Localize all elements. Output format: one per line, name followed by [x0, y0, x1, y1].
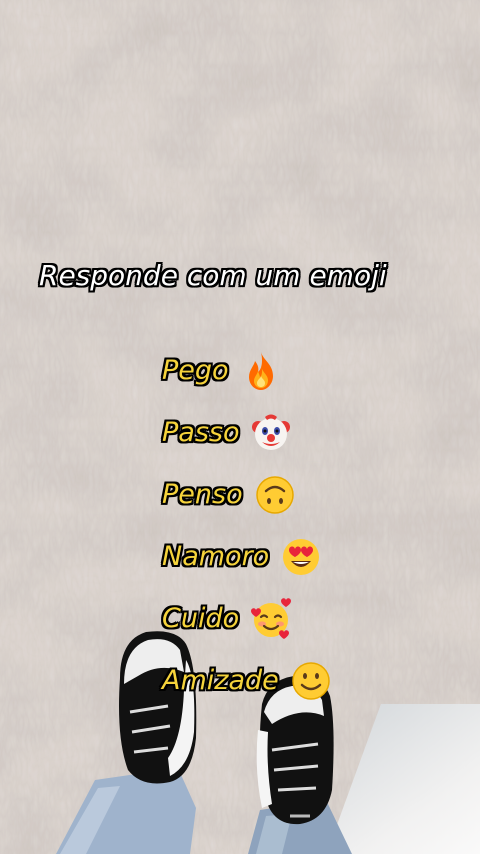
smiling-face-with-hearts-icon [249, 597, 293, 641]
option-label: Amizade [162, 665, 279, 696]
clown-face-icon [249, 411, 293, 455]
upside-down-face-icon [253, 473, 297, 517]
heart-eyes-face-icon [279, 535, 323, 579]
option-pego: Pego [162, 340, 422, 402]
fire-icon [239, 349, 283, 393]
option-label: Namoro [162, 541, 270, 572]
option-passo: Passo [162, 402, 422, 464]
question-heading: Responde com um emoji [39, 259, 387, 292]
slightly-smiling-face-icon [289, 659, 333, 703]
option-label: Passo [162, 417, 240, 448]
option-label: Pego [162, 355, 229, 386]
option-penso: Penso [162, 464, 422, 526]
option-label: Penso [162, 479, 243, 510]
emoji-options-list: Pego Passo Penso Namoro Cuido Amizade [162, 340, 422, 712]
option-namoro: Namoro [162, 526, 422, 588]
option-cuido: Cuido [162, 588, 422, 650]
option-label: Cuido [162, 603, 240, 634]
option-amizade: Amizade [162, 650, 422, 712]
